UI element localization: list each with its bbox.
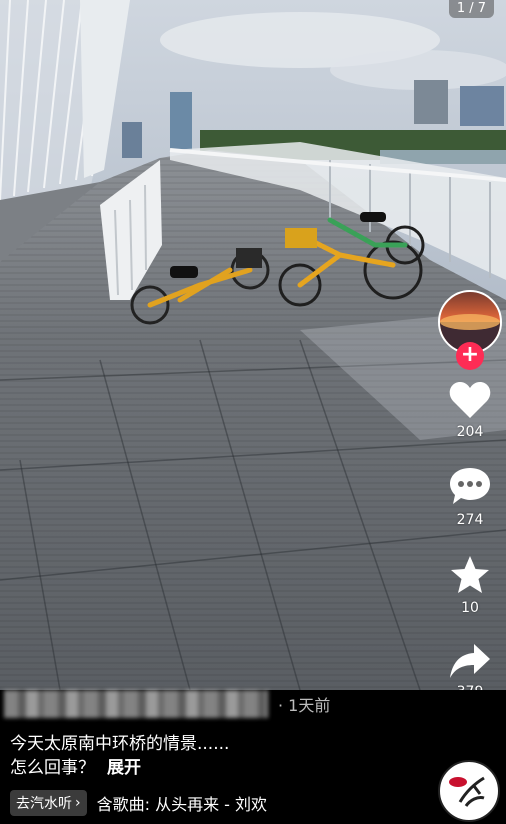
caption[interactable]: 今天太原南中环桥的情景...... 怎么回事？ 展开 xyxy=(10,732,229,780)
comment-count: 274 xyxy=(456,512,484,528)
chevron-right-icon: › xyxy=(75,795,81,811)
heart-icon xyxy=(449,382,491,418)
action-rail: + 204 274 10 379 xyxy=(434,290,506,700)
open-music-app-button[interactable]: 去汽水听 › xyxy=(10,790,87,816)
favorite-button[interactable]: 10 xyxy=(448,554,492,616)
caption-line-1: 今天太原南中环桥的情景...... xyxy=(10,734,230,754)
post-time: · 1天前 xyxy=(278,696,331,715)
comment-icon xyxy=(450,468,490,504)
like-button[interactable]: 204 xyxy=(448,380,492,440)
favorite-count: 10 xyxy=(461,600,479,616)
share-arrow-icon xyxy=(450,644,490,678)
music-tag-label: 去汽水听 xyxy=(16,796,72,812)
comment-button[interactable]: 274 xyxy=(448,466,492,528)
music-disc[interactable] xyxy=(438,760,500,822)
caption-line-2: 怎么回事？ 展开 xyxy=(10,756,229,780)
caption-line-2-text: 怎么回事？ xyxy=(10,758,95,778)
expand-caption-button[interactable]: 展开 xyxy=(107,758,141,778)
post-info: · 1天前 今天太原南中环桥的情景...... 怎么回事？ 展开 去汽水听 › 含… xyxy=(0,690,506,824)
author-name-blurred[interactable] xyxy=(4,690,268,718)
follow-plus-button[interactable]: + xyxy=(456,342,484,370)
music-disc-icon xyxy=(442,764,496,818)
music-info[interactable]: 含歌曲: 从头再来 - 刘欢 xyxy=(97,791,267,815)
author-row: · 1天前 xyxy=(4,690,330,718)
video-feed-screen: 1 / 7 + 204 274 10 · 1天前 今天太原南中环桥的情景....… xyxy=(0,0,506,824)
video-frame-bridge-scene[interactable] xyxy=(0,0,506,690)
music-row: 去汽水听 › 含歌曲: 从头再来 - 刘欢 xyxy=(10,790,267,816)
star-icon xyxy=(451,556,489,593)
like-count: 204 xyxy=(456,424,484,440)
page-indicator: 1 / 7 xyxy=(448,0,494,18)
